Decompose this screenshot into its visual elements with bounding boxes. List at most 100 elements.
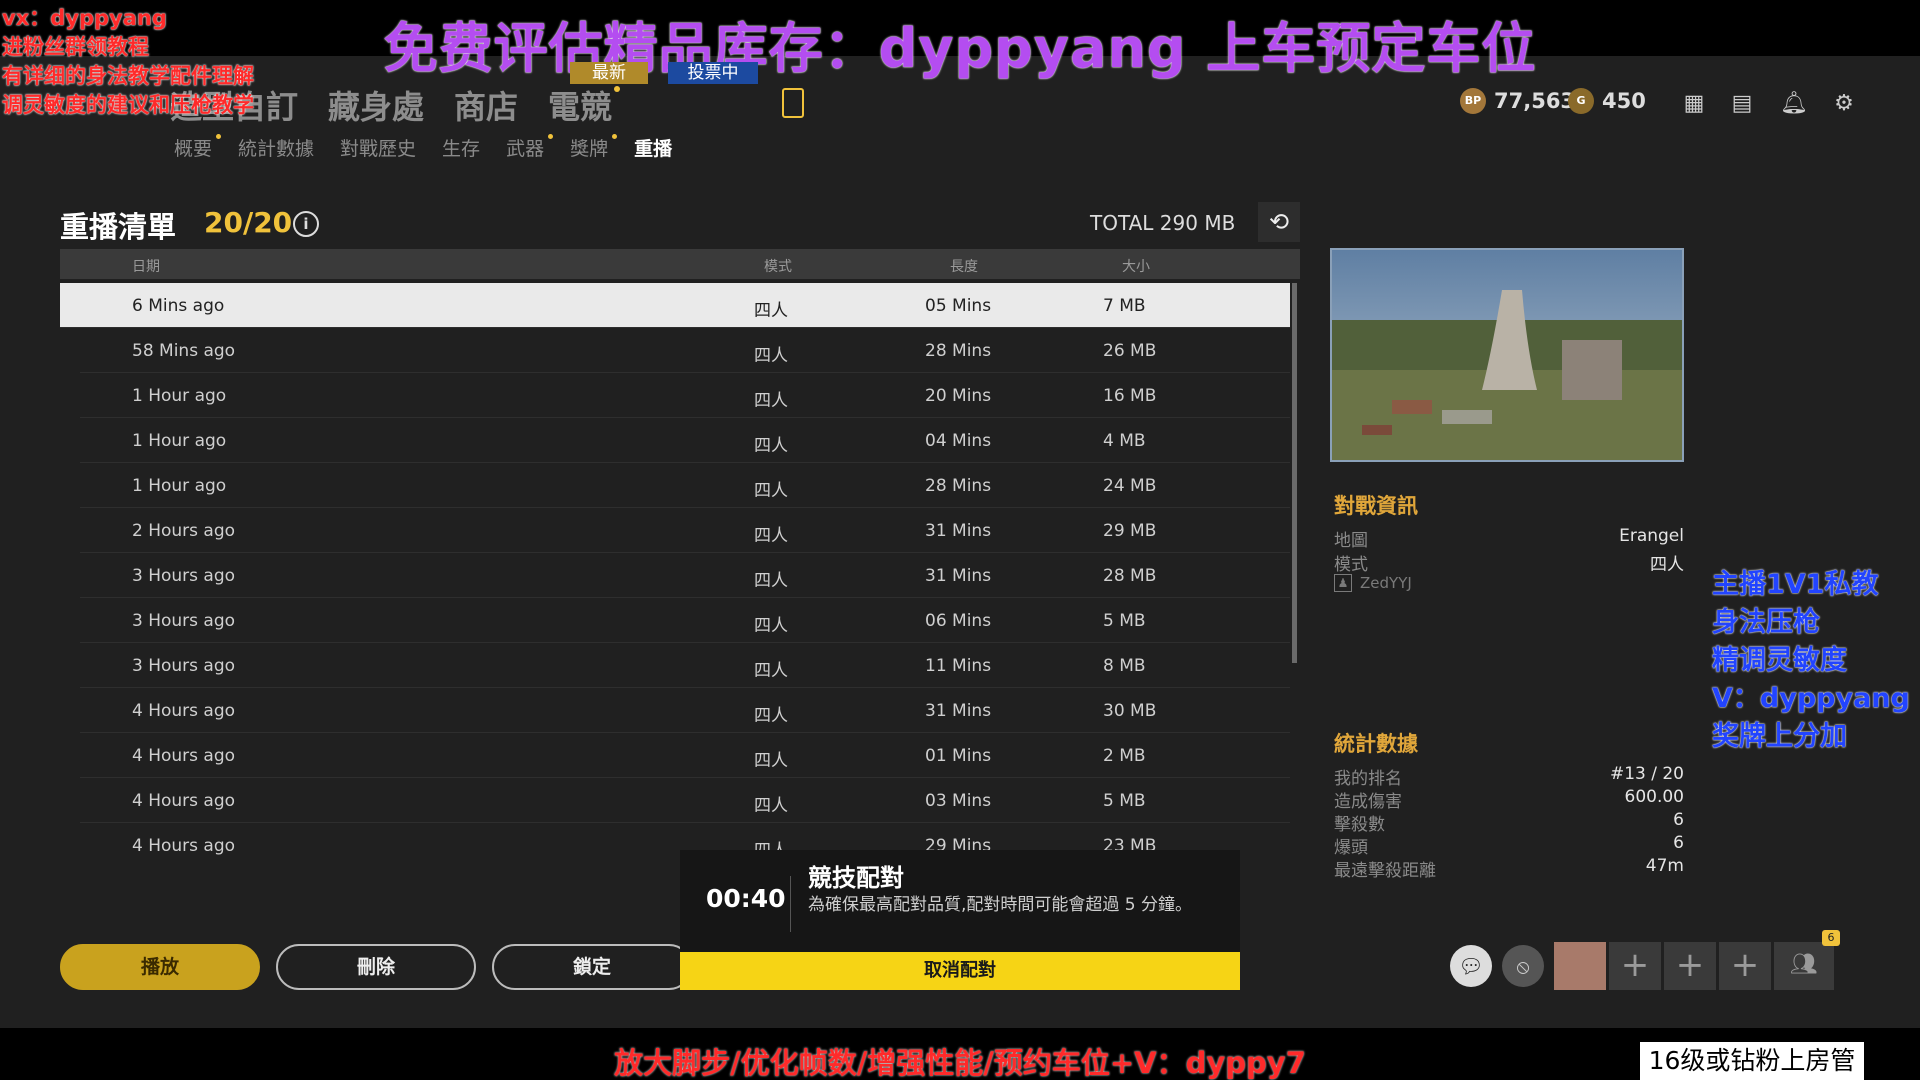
matchmaking-title: 競技配對 (808, 864, 904, 892)
mode-value: 四人 (1650, 555, 1684, 575)
cancel-matchmaking-button[interactable]: 取消配對 (680, 952, 1240, 990)
table-row[interactable]: 3 Hours ago 四人 31 Mins 28 MB (80, 553, 1290, 598)
overlay-line: V：dyppyang (1712, 683, 1910, 714)
player-name: ZedYYJ (1360, 574, 1412, 592)
tab-medals[interactable]: 獎牌 (570, 134, 618, 161)
play-button[interactable]: 播放 (60, 944, 260, 990)
matchmaking-timer: 00:40 (706, 884, 786, 913)
col-size[interactable]: 大小 (1122, 256, 1150, 276)
coupon-icon[interactable] (782, 88, 804, 118)
row-mode: 四人 (754, 391, 788, 411)
row-size: 5 MB (1103, 611, 1146, 631)
row-size: 2 MB (1103, 746, 1146, 766)
tab-replay[interactable]: 重播 (634, 134, 672, 161)
tab-match-history[interactable]: 對戰歷史 (340, 134, 416, 161)
row-date: 4 Hours ago (132, 746, 236, 766)
bell-icon[interactable]: 🔔︎ (1780, 92, 1808, 116)
friends-button[interactable]: 👥︎ 6 (1774, 930, 1840, 990)
row-length: 01 Mins (925, 746, 992, 766)
refresh-icon: ⟲ (1268, 208, 1290, 236)
row-mode: 四人 (754, 481, 788, 501)
row-length: 20 Mins (925, 386, 992, 406)
overlay-line: 身法压枪 (1712, 607, 1820, 638)
row-mode: 四人 (754, 346, 788, 366)
info-icon[interactable]: i (293, 211, 319, 237)
row-mode: 四人 (754, 616, 788, 636)
row-length: 03 Mins (925, 791, 992, 811)
tab-survival[interactable]: 生存 (442, 134, 480, 161)
table-row[interactable]: 4 Hours ago 四人 31 Mins 30 MB (80, 688, 1290, 733)
tab-overview[interactable]: 概要 (174, 134, 222, 161)
nav-store[interactable]: 商店 (454, 82, 518, 128)
sub-nav: 概要 統計數據 對戰歷史 生存 武器 獎牌 重播 (174, 134, 672, 161)
news-icon[interactable]: ▤ (1728, 92, 1756, 116)
row-date: 1 Hour ago (132, 431, 227, 451)
delete-button[interactable]: 刪除 (276, 944, 476, 990)
row-length: 06 Mins (925, 611, 992, 631)
squad-bar: 💬︎ ⦸ + + + 👥︎ 6 (1450, 930, 1840, 990)
col-length[interactable]: 長度 (950, 256, 978, 276)
add-teammate-button[interactable]: + (1609, 942, 1661, 990)
stat-row: 造成傷害 600.00 (1334, 787, 1684, 812)
stat-label: 擊殺數 (1334, 815, 1385, 835)
stream-bottom-text: 放大脚步/优化帧数/增强性能/预约车位+V：dyppy7 (614, 1046, 1306, 1080)
row-date: 4 Hours ago (132, 836, 236, 856)
map-value: Erangel (1619, 526, 1684, 546)
row-size: 16 MB (1103, 386, 1157, 406)
table-row[interactable]: 1 Hour ago 四人 04 Mins 4 MB (80, 418, 1290, 463)
row-mode: 四人 (754, 526, 788, 546)
row-date: 58 Mins ago (132, 341, 236, 361)
table-row[interactable]: 3 Hours ago 四人 06 Mins 5 MB (80, 598, 1290, 643)
add-teammate-button[interactable]: + (1719, 942, 1771, 990)
row-mode: 四人 (754, 436, 788, 456)
row-date: 3 Hours ago (132, 566, 236, 586)
row-length: 28 Mins (925, 341, 992, 361)
gear-icon[interactable]: ⚙ (1830, 92, 1858, 116)
inventory-icon[interactable]: ▦ (1680, 92, 1708, 116)
tab-statistics[interactable]: 統計數據 (238, 134, 314, 161)
row-date: 6 Mins ago (132, 296, 225, 316)
col-date[interactable]: 日期 (132, 256, 160, 276)
stat-label: 造成傷害 (1334, 792, 1402, 812)
vote-tag: 投票中 (668, 62, 758, 84)
stat-row: 擊殺數 6 (1334, 810, 1684, 835)
table-row[interactable]: 58 Mins ago 四人 28 Mins 26 MB (80, 328, 1290, 373)
replay-list-title: 重播清單 (60, 210, 177, 244)
row-size: 24 MB (1103, 476, 1157, 496)
table-row[interactable]: 1 Hour ago 四人 20 Mins 16 MB (80, 373, 1290, 418)
table-row[interactable]: 2 Hours ago 四人 31 Mins 29 MB (80, 508, 1290, 553)
refresh-button[interactable]: ⟲ (1258, 202, 1300, 242)
lock-button[interactable]: 鎖定 (492, 944, 692, 990)
matchmaking-divider (790, 876, 791, 932)
stat-value: 6 (1673, 810, 1684, 830)
nav-esports[interactable]: 電競 (548, 82, 621, 128)
stream-bottom-badge: 16级或钻粉上房管 (1640, 1042, 1864, 1080)
row-mode: 四人 (754, 706, 788, 726)
row-mode: 四人 (754, 796, 788, 816)
table-row[interactable]: 3 Hours ago 四人 11 Mins 8 MB (80, 643, 1290, 688)
table-row[interactable]: 4 Hours ago 四人 01 Mins 2 MB (80, 733, 1290, 778)
player-avatar[interactable] (1554, 942, 1606, 990)
nav-hideout[interactable]: 藏身處 (328, 82, 424, 128)
tab-weapons[interactable]: 武器 (506, 134, 554, 161)
col-mode[interactable]: 模式 (764, 256, 792, 276)
row-date: 3 Hours ago (132, 611, 236, 631)
list-scrollbar[interactable] (1292, 283, 1297, 663)
row-length: 31 Mins (925, 701, 992, 721)
row-size: 4 MB (1103, 431, 1146, 451)
table-row[interactable]: 1 Hour ago 四人 28 Mins 24 MB (80, 463, 1290, 508)
replay-count: 20/20 (204, 206, 293, 239)
add-teammate-button[interactable]: + (1664, 942, 1716, 990)
table-row[interactable]: 6 Mins ago 四人 05 Mins 7 MB (60, 283, 1290, 328)
matchmaking-description: 為確保最高配對品質,配對時間可能會超過 5 分鐘。 (808, 895, 1193, 915)
table-row[interactable]: 4 Hours ago 四人 03 Mins 5 MB (80, 778, 1290, 823)
overlay-line: 主播1V1私教 (1712, 569, 1879, 600)
row-length: 05 Mins (925, 296, 992, 316)
row-size: 30 MB (1103, 701, 1157, 721)
chat-icon[interactable]: 💬︎ (1450, 945, 1492, 987)
stat-row: 爆頭 6 (1334, 833, 1684, 858)
row-date: 3 Hours ago (132, 656, 236, 676)
row-mode: 四人 (754, 571, 788, 591)
voice-mute-icon[interactable]: ⦸ (1502, 945, 1544, 987)
stats-title: 統計數據 (1334, 732, 1418, 756)
